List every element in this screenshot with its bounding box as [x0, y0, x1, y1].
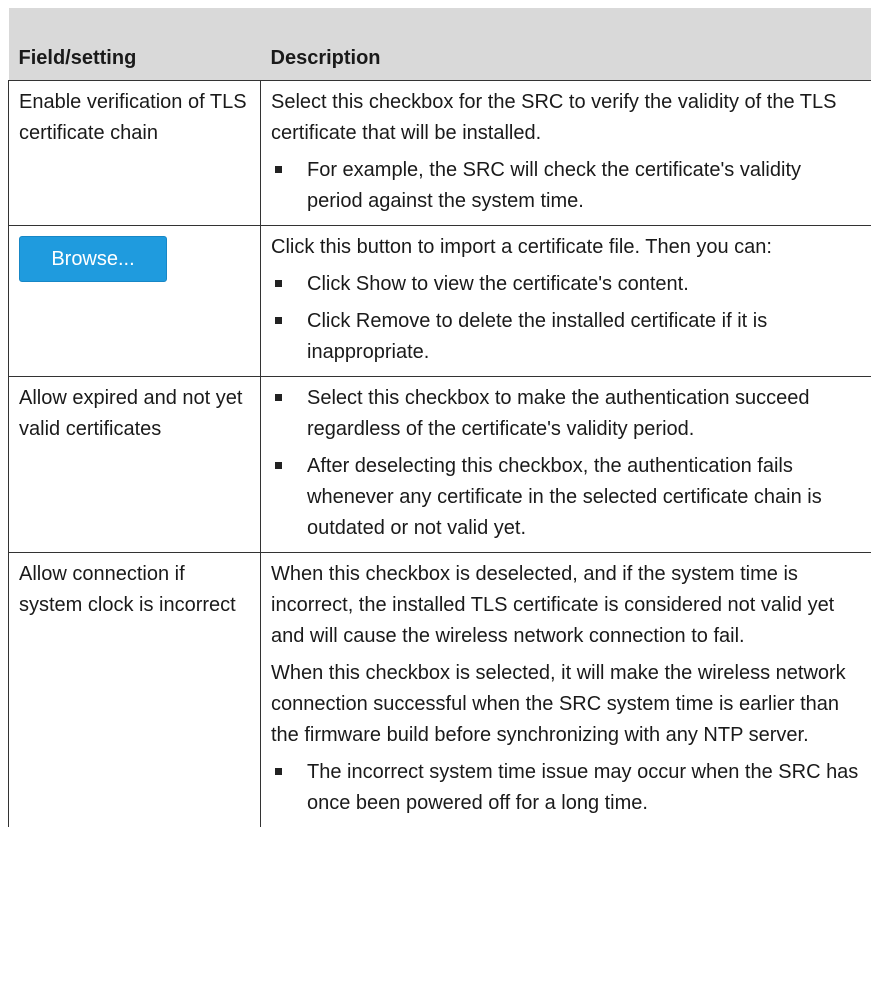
field-cell: Browse... [8, 225, 261, 377]
description-cell: Click this button to import a certificat… [260, 225, 871, 377]
description-paragraph: When this checkbox is selected, it will … [271, 662, 846, 746]
field-cell: Allow connection if system clock is inco… [8, 552, 261, 827]
table-row: Enable verification of TLS certificate c… [8, 80, 871, 226]
bullet-text: Click Remove to delete the installed cer… [307, 310, 768, 363]
table-row: Browse... Click this button to import a … [8, 225, 871, 377]
bullet-square-icon [275, 317, 282, 324]
bullet-item: The incorrect system time issue may occu… [271, 757, 861, 819]
description-cell: When this checkbox is deselected, and if… [260, 552, 871, 827]
bullet-item: Select this checkbox to make the authent… [271, 383, 861, 445]
bullet-square-icon [275, 280, 282, 287]
bullet-square-icon [275, 462, 282, 469]
description-paragraph: When this checkbox is deselected, and if… [271, 563, 835, 647]
bullet-square-icon [275, 768, 282, 775]
description-cell: Select this checkbox to make the authent… [260, 376, 871, 553]
bullet-text: The incorrect system time issue may occu… [307, 761, 859, 814]
column-header-field: Field/setting [8, 39, 261, 81]
field-cell: Enable verification of TLS certificate c… [8, 80, 261, 226]
description-paragraph: Select this checkbox for the SRC to veri… [271, 91, 837, 144]
column-header-description: Description [260, 39, 871, 81]
bullet-item: Click Remove to delete the installed cer… [271, 306, 861, 368]
bullet-item: Click Show to view the certificate's con… [271, 269, 861, 300]
settings-table: Field/setting Description Enable verific… [8, 8, 871, 827]
browse-button[interactable]: Browse... [19, 236, 167, 282]
bullet-square-icon [275, 394, 282, 401]
table-header-bar [8, 8, 871, 39]
description-cell: Select this checkbox for the SRC to veri… [260, 80, 871, 226]
field-cell: Allow expired and not yet valid certific… [8, 376, 261, 553]
bullet-text: Select this checkbox to make the authent… [307, 387, 810, 440]
bullet-square-icon [275, 166, 282, 173]
description-paragraph: Click this button to import a certificat… [271, 236, 772, 258]
bullet-text: Click Show to view the certificate's con… [307, 273, 689, 295]
bullet-text: After deselecting this checkbox, the aut… [307, 455, 822, 539]
bullet-item: For example, the SRC will check the cert… [271, 155, 861, 217]
bullet-text: For example, the SRC will check the cert… [307, 159, 801, 212]
table-row: Allow connection if system clock is inco… [8, 552, 871, 827]
table-header-row: Field/setting Description [8, 39, 871, 81]
bullet-item: After deselecting this checkbox, the aut… [271, 451, 861, 544]
table-row: Allow expired and not yet valid certific… [8, 376, 871, 553]
